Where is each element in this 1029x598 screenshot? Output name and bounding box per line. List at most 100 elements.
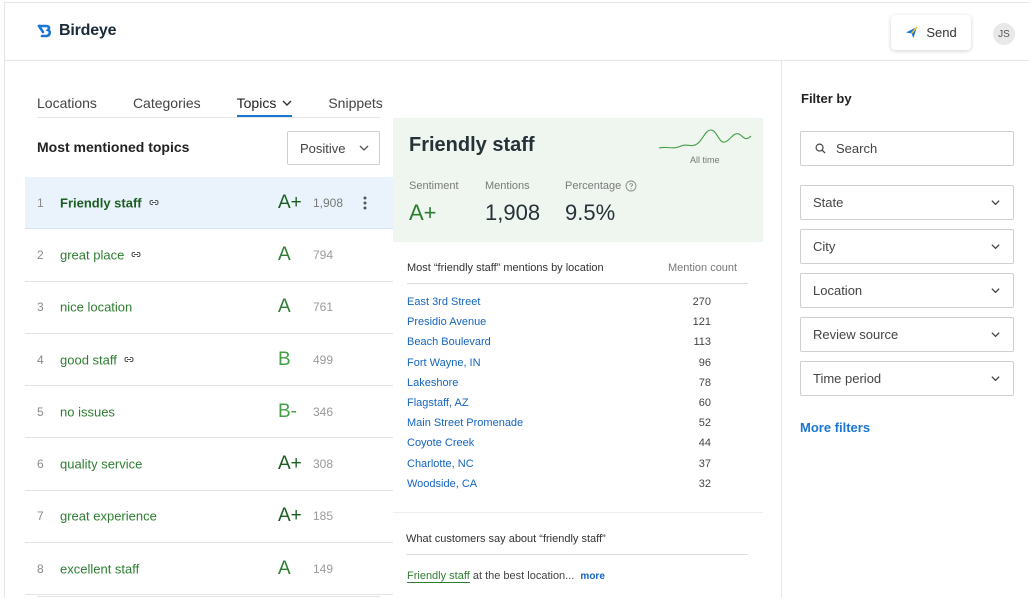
topic-name-text: great experience [60,508,157,524]
topic-name[interactable]: excellent staff [60,561,139,576]
topic-row[interactable]: 7 great experience A+ 185 [25,491,393,544]
filter-select-city[interactable]: City [800,229,1014,264]
birdeye-logo[interactable]: Birdeye [37,22,116,40]
topic-grade: A [278,243,291,265]
filter-select-label: Time period [813,371,882,386]
location-mention-count: 44 [698,437,711,450]
location-row: Flagstaff, AZ 60 [407,395,717,415]
percentage-value: 9.5% [565,200,616,225]
topic-row[interactable]: 5 no issues B- 346 [25,386,393,439]
trend-sparkline[interactable] [657,126,753,154]
topic-name[interactable]: Friendly staff [60,195,160,210]
topic-grade: A [278,296,291,318]
filter-search-input[interactable]: Search [800,131,1014,166]
tabs-divider [37,117,380,118]
sentiment-value: A+ [409,200,437,225]
tab-locations[interactable]: Locations [37,90,97,116]
panel-divider [781,61,782,598]
topic-name[interactable]: nice location [60,300,132,315]
location-mention-count: 121 [692,316,711,329]
topic-row[interactable]: 1 Friendly staff A+ 1,908 [25,177,393,230]
trend-label: All time [690,155,720,165]
topic-mention-count: 499 [313,352,334,367]
logo-text: Birdeye [59,22,117,39]
location-link[interactable]: Beach Boulevard [407,336,491,348]
tab-locations-label: Locations [37,95,97,111]
topic-row[interactable]: 3 nice location A 761 [25,282,393,334]
mentions-value: 1,908 [485,200,541,225]
location-link[interactable]: Coyote Creek [407,437,474,449]
topic-name[interactable]: good staff [60,352,135,367]
chevron-down-icon [991,376,1000,382]
filter-select-review-source[interactable]: Review source [800,317,1014,352]
help-icon[interactable] [625,180,637,192]
topic-row[interactable]: 8 excellent staff A 149 [25,543,393,596]
topics-list: 1 Friendly staff A+ 1,908 2 great place A 794 3 n… [25,177,393,596]
search-placeholder: Search [836,141,878,156]
tab-categories[interactable]: Categories [133,90,201,116]
more-options-icon[interactable] [361,195,369,211]
location-row: Coyote Creek 44 [407,435,717,455]
location-mention-count: 60 [698,396,711,409]
location-row: Main Street Promenade 52 [407,415,717,435]
location-link[interactable]: East 3rd Street [407,296,480,308]
avatar[interactable]: JS [993,23,1015,45]
topic-mention-count: 185 [313,509,334,524]
location-mention-count: 32 [698,477,711,490]
search-icon [815,143,826,154]
tab-snippets[interactable]: Snippets [328,90,382,116]
topic-name-text: quality service [60,456,143,472]
tab-categories-label: Categories [132,95,201,111]
locations-heading: Most “friendly staff” mentions by locati… [407,262,604,274]
topic-rank: 2 [37,247,44,262]
topic-mention-count: 761 [313,300,334,315]
topic-row[interactable]: 2 great place A 794 [25,229,393,282]
topic-grade: A [278,557,291,579]
tab-snippets-label: Snippets [328,95,383,111]
chevron-down-icon [991,288,1000,294]
chevron-down-icon [359,145,369,151]
detail-section-divider [393,512,763,513]
topic-rank: 8 [37,561,44,576]
filter-select-label: State [813,195,844,210]
topic-name-text: nice location [60,299,133,315]
snippets-divider [406,554,748,555]
topic-grade: A+ [278,505,302,527]
location-link[interactable]: Lakeshore [407,377,458,389]
location-link[interactable]: Flagstaff, AZ [407,397,469,409]
topic-name[interactable]: great experience [60,509,157,524]
topic-name-text: great place [60,247,125,263]
snippet-more-link[interactable]: more [580,571,604,582]
topic-mention-count: 1,908 [313,195,344,210]
topic-name[interactable]: great place [60,247,142,262]
link-icon [149,200,159,206]
send-button[interactable]: Send [891,15,971,50]
tab-topics[interactable]: Topics [236,90,293,118]
sentiment-label: Sentiment [409,180,459,192]
location-link[interactable]: Woodside, CA [407,478,477,490]
more-filters-link[interactable]: More filters [800,420,870,435]
topic-name[interactable]: no issues [60,404,115,419]
location-mention-count: 37 [698,457,711,470]
topic-row[interactable]: 6 quality service A+ 308 [25,438,393,491]
mention-count-heading: Mention count [668,262,738,274]
topic-grade: A+ [278,453,302,475]
filter-title: Filter by [801,91,852,106]
link-icon [124,356,134,363]
filter-select-time-period[interactable]: Time period [800,361,1014,396]
location-link[interactable]: Presidio Avenue [407,316,486,328]
location-link[interactable]: Charlotte, NC [407,458,474,470]
list-title: Most mentioned topics [37,139,190,155]
topic-rank: 1 [37,195,44,210]
snippets-heading: What customers say about “friendly staff… [406,533,606,545]
location-link[interactable]: Main Street Promenade [407,417,523,429]
topic-mention-count: 794 [313,247,334,262]
topic-row[interactable]: 4 good staff B 499 [25,334,393,387]
location-link[interactable]: Fort Wayne, IN [407,357,481,369]
sentiment-filter-select[interactable]: Positive [287,131,380,165]
snippet-item: Friendly staff at the best location... m… [407,570,605,583]
filter-select-state[interactable]: State [800,185,1014,220]
topic-name[interactable]: quality service [60,457,142,472]
filter-select-location[interactable]: Location [800,273,1014,308]
percentage-label-group: Percentage [565,180,637,192]
